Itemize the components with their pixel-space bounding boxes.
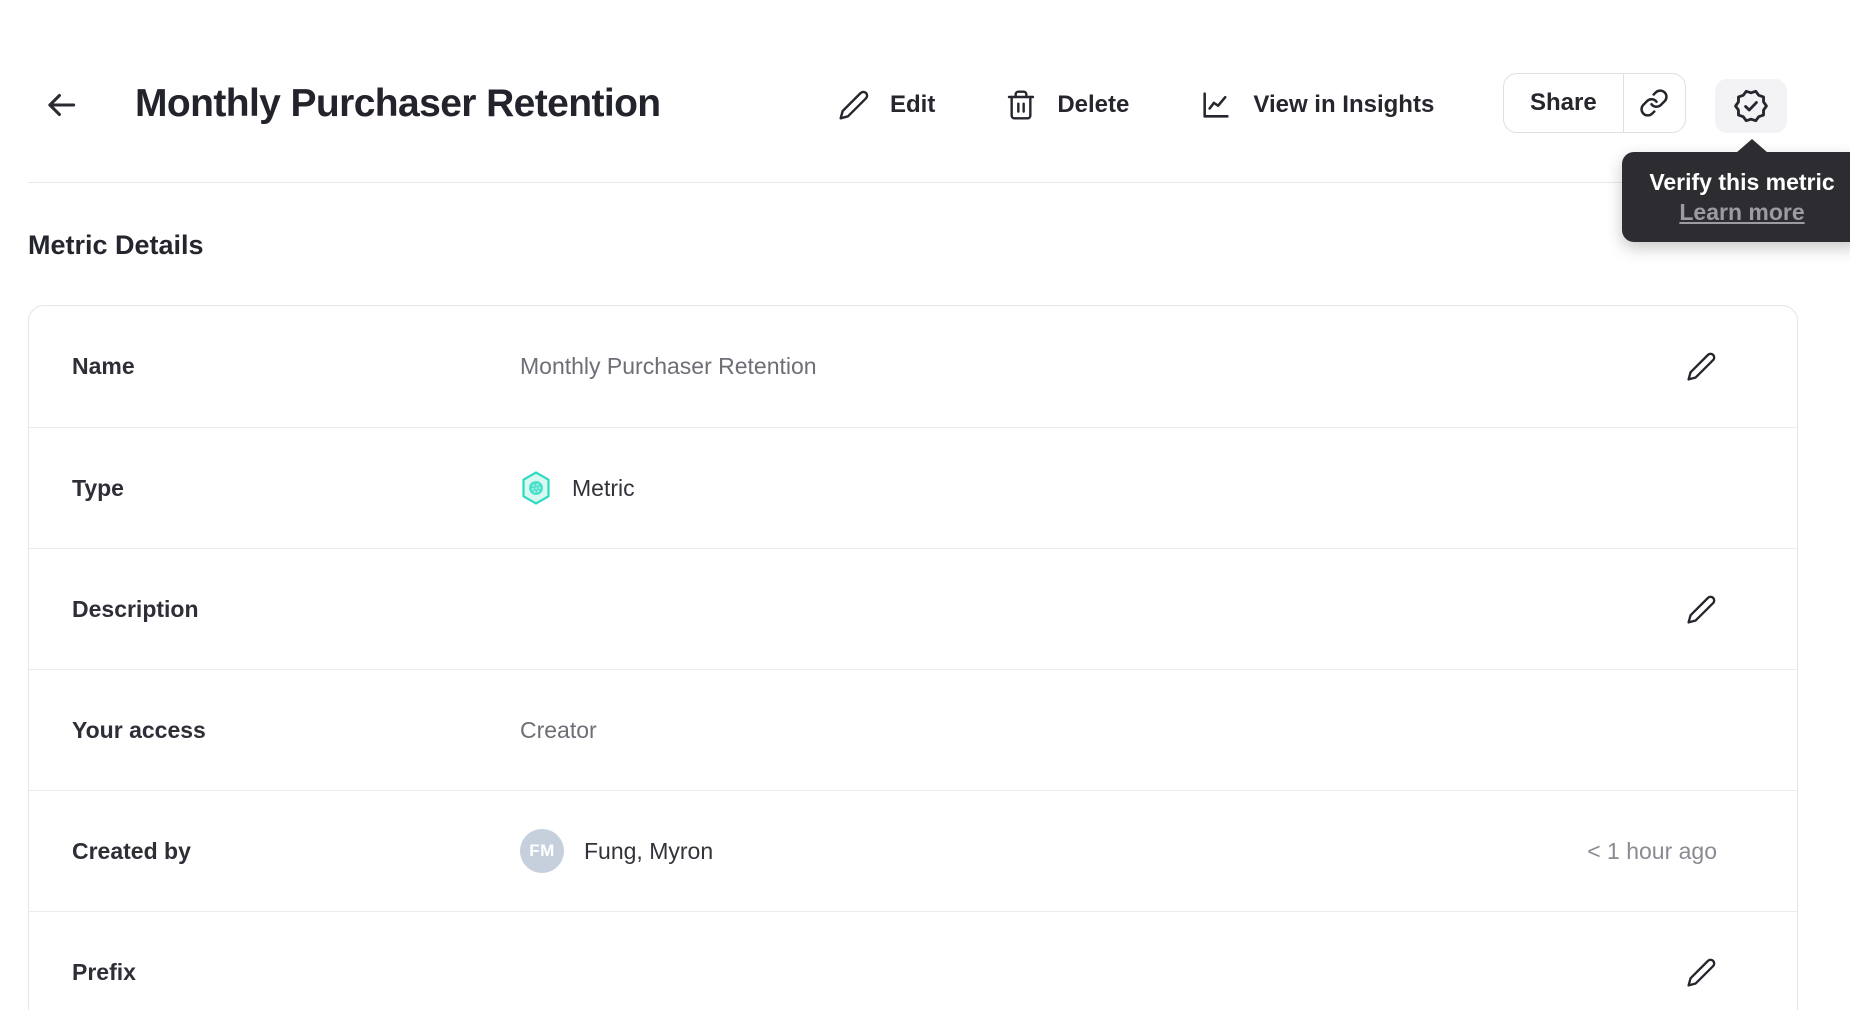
metric-details-card: Name Monthly Purchaser Retention Type Me… [28, 305, 1798, 1010]
row-label: Description [72, 595, 199, 622]
learn-more-link[interactable]: Learn more [1679, 199, 1804, 226]
row-label: Name [72, 353, 135, 379]
row-value: Monthly Purchaser Retention [520, 353, 1686, 380]
line-chart-icon [1199, 88, 1233, 122]
tooltip-title: Verify this metric [1649, 168, 1835, 195]
pencil-icon [1686, 957, 1717, 988]
detail-row-name: Name Monthly Purchaser Retention [29, 306, 1797, 427]
view-in-insights-button[interactable]: View in Insights [1199, 88, 1434, 122]
access-value: Creator [520, 716, 597, 743]
metric-hexagon-icon [520, 470, 552, 506]
copy-link-button[interactable] [1622, 74, 1685, 132]
row-label: Your access [72, 716, 206, 743]
pencil-icon [1686, 351, 1717, 382]
edit-description-button[interactable] [1686, 594, 1717, 625]
row-value: Metric [520, 470, 1717, 506]
row-value: Creator [520, 717, 1717, 744]
detail-row-prefix: Prefix [29, 911, 1797, 1010]
pencil-icon [1686, 594, 1717, 625]
created-timestamp: < 1 hour ago [1587, 837, 1717, 864]
avatar: FM [520, 829, 564, 873]
row-label: Prefix [72, 958, 136, 985]
edit-prefix-button[interactable] [1686, 957, 1717, 988]
share-button-label: Share [1530, 89, 1597, 116]
detail-row-created-by: Created by FM Fung, Myron < 1 hour ago [29, 790, 1797, 911]
header-toolbar: Edit Delete View in Insights [838, 75, 1434, 135]
type-value: Metric [572, 474, 635, 501]
delete-button-label: Delete [1057, 91, 1130, 118]
back-arrow-icon [42, 86, 80, 124]
delete-button[interactable]: Delete [1005, 89, 1129, 121]
verify-metric-button[interactable] [1715, 79, 1787, 133]
edit-button[interactable]: Edit [838, 89, 935, 121]
verified-badge-icon [1733, 88, 1769, 124]
header-divider [28, 182, 1850, 183]
detail-row-type: Type Metric [29, 427, 1797, 548]
detail-row-your-access: Your access Creator [29, 669, 1797, 790]
name-value: Monthly Purchaser Retention [520, 353, 817, 379]
view-in-insights-label: View in Insights [1253, 91, 1435, 118]
trash-icon [1005, 89, 1037, 121]
detail-row-description: Description [29, 548, 1797, 669]
share-button[interactable]: Share [1504, 74, 1623, 132]
back-button[interactable] [36, 81, 86, 129]
tooltip-arrow [1736, 139, 1768, 153]
chain-link-icon [1639, 88, 1669, 118]
row-label: Created by [72, 837, 191, 864]
pencil-icon [838, 89, 870, 121]
row-value: FM Fung, Myron [520, 829, 1587, 873]
verify-tooltip: Verify this metric Learn more [1622, 139, 1850, 242]
row-label: Type [72, 474, 124, 501]
edit-button-label: Edit [890, 91, 936, 118]
created-by-value: Fung, Myron [584, 837, 714, 864]
section-title: Metric Details [28, 230, 204, 260]
share-button-group: Share [1503, 73, 1686, 133]
page-title: Monthly Purchaser Retention [135, 82, 661, 125]
edit-name-button[interactable] [1686, 351, 1717, 382]
